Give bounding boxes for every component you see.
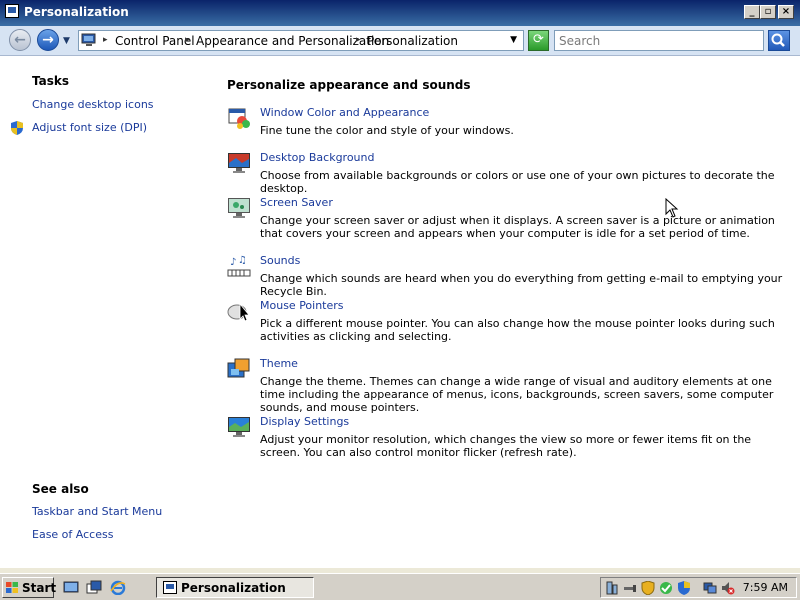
tasks-heading: Tasks — [32, 74, 70, 88]
start-button[interactable]: Start — [2, 577, 57, 598]
control-panel-icon — [81, 33, 96, 46]
content-area: Tasks Change desktop icons Adjust font s… — [0, 56, 800, 568]
change-desktop-icons-link[interactable]: Change desktop icons — [32, 98, 154, 111]
breadcrumb[interactable]: ▸ Control Panel ▸ Appearance and Persona… — [78, 30, 524, 51]
back-arrow-icon: ← — [14, 32, 26, 48]
mouse-pointers-icon — [227, 302, 250, 322]
theme-link[interactable]: Theme — [260, 357, 298, 370]
shield-icon — [11, 121, 23, 135]
desktop-background-description: Choose from available backgrounds or col… — [260, 169, 775, 195]
mouse-cursor-icon — [665, 198, 679, 218]
security-shield-icon[interactable] — [641, 581, 655, 595]
recent-pages-dropdown-icon[interactable]: ▼ — [63, 36, 70, 46]
screen-saver-link[interactable]: Screen Saver — [260, 196, 333, 209]
taskbar-window-label: Personalization — [181, 581, 286, 595]
sounds-description: Change which sounds are heard when you d… — [260, 272, 783, 298]
title-bar: Personalization _ ▫ × — [0, 0, 800, 26]
clock[interactable]: 7:59 AM — [743, 581, 788, 594]
control-panel-icon — [163, 581, 177, 594]
show-desktop-icon[interactable] — [63, 580, 79, 595]
ease-of-access-link[interactable]: Ease of Access — [32, 528, 113, 541]
taskbar: Start Personalization 7:59 AM — [0, 573, 800, 600]
start-label: Start — [22, 581, 57, 595]
address-bar: ← → ▼ ▸ Control Panel ▸ Appearance and P… — [0, 26, 800, 56]
breadcrumb-separator-icon[interactable]: ▸ — [103, 35, 108, 45]
volume-muted-icon[interactable] — [721, 581, 735, 595]
taskbar-start-menu-link[interactable]: Taskbar and Start Menu — [32, 505, 162, 518]
system-tray: 7:59 AM — [600, 577, 797, 598]
window-color-link[interactable]: Window Color and Appearance — [260, 106, 429, 119]
back-button[interactable]: ← — [9, 29, 31, 51]
search-icon — [771, 33, 785, 47]
adjust-font-size-link[interactable]: Adjust font size (DPI) — [32, 121, 147, 134]
close-button[interactable]: × — [778, 5, 794, 19]
breadcrumb-separator-icon[interactable]: ▸ — [185, 35, 190, 45]
internet-explorer-icon[interactable] — [110, 580, 126, 595]
mouse-pointers-description: Pick a different mouse pointer. You can … — [260, 317, 775, 343]
check-icon[interactable] — [659, 581, 673, 595]
control-panel-icon — [5, 4, 19, 18]
minimize-button[interactable]: _ — [744, 5, 760, 19]
theme-description: Change the theme. Themes can change a wi… — [260, 375, 774, 414]
theme-icon — [227, 358, 250, 378]
windows-logo-icon — [6, 582, 18, 593]
restore-button[interactable]: ▫ — [760, 5, 776, 19]
screen-saver-icon — [228, 198, 250, 218]
svg-text:♪: ♪ — [230, 257, 236, 268]
search-button[interactable] — [768, 30, 790, 51]
network-connection-icon[interactable] — [703, 581, 717, 595]
network-icon[interactable] — [605, 581, 619, 595]
mouse-pointers-link[interactable]: Mouse Pointers — [260, 299, 344, 312]
refresh-button[interactable]: ⟳ — [528, 30, 549, 51]
refresh-icon: ⟳ — [533, 32, 544, 47]
page-title: Personalize appearance and sounds — [227, 78, 471, 92]
sounds-icon: ♪ ♫ — [227, 255, 251, 277]
window-title: Personalization — [24, 5, 129, 19]
breadcrumb-personalization[interactable]: Personalization — [367, 34, 458, 48]
address-dropdown-icon[interactable]: ▼ — [510, 35, 517, 45]
task-pane: Tasks Change desktop icons Adjust font s… — [0, 56, 200, 568]
desktop-background-link[interactable]: Desktop Background — [260, 151, 375, 164]
sounds-link[interactable]: Sounds — [260, 254, 300, 267]
window-color-description: Fine tune the color and style of your wi… — [260, 124, 514, 137]
search-input[interactable] — [554, 30, 764, 51]
window-color-icon — [228, 108, 250, 129]
forward-button[interactable]: → — [37, 29, 59, 51]
svg-text:♫: ♫ — [238, 255, 247, 266]
breadcrumb-control-panel[interactable]: Control Panel — [115, 34, 195, 48]
display-settings-link[interactable]: Display Settings — [260, 415, 349, 428]
forward-arrow-icon: → — [42, 32, 54, 48]
breadcrumb-separator-icon[interactable]: ▸ — [356, 35, 361, 45]
taskbar-window-personalization[interactable]: Personalization — [156, 577, 314, 598]
switch-windows-icon[interactable] — [86, 580, 102, 595]
security-shield-icon[interactable] — [677, 581, 691, 595]
see-also-heading: See also — [32, 482, 89, 496]
display-settings-description: Adjust your monitor resolution, which ch… — [260, 433, 752, 459]
display-settings-icon — [228, 417, 250, 437]
screen-saver-description: Change your screen saver or adjust when … — [260, 214, 775, 240]
usb-icon[interactable] — [623, 581, 637, 595]
desktop-background-icon — [228, 153, 250, 173]
